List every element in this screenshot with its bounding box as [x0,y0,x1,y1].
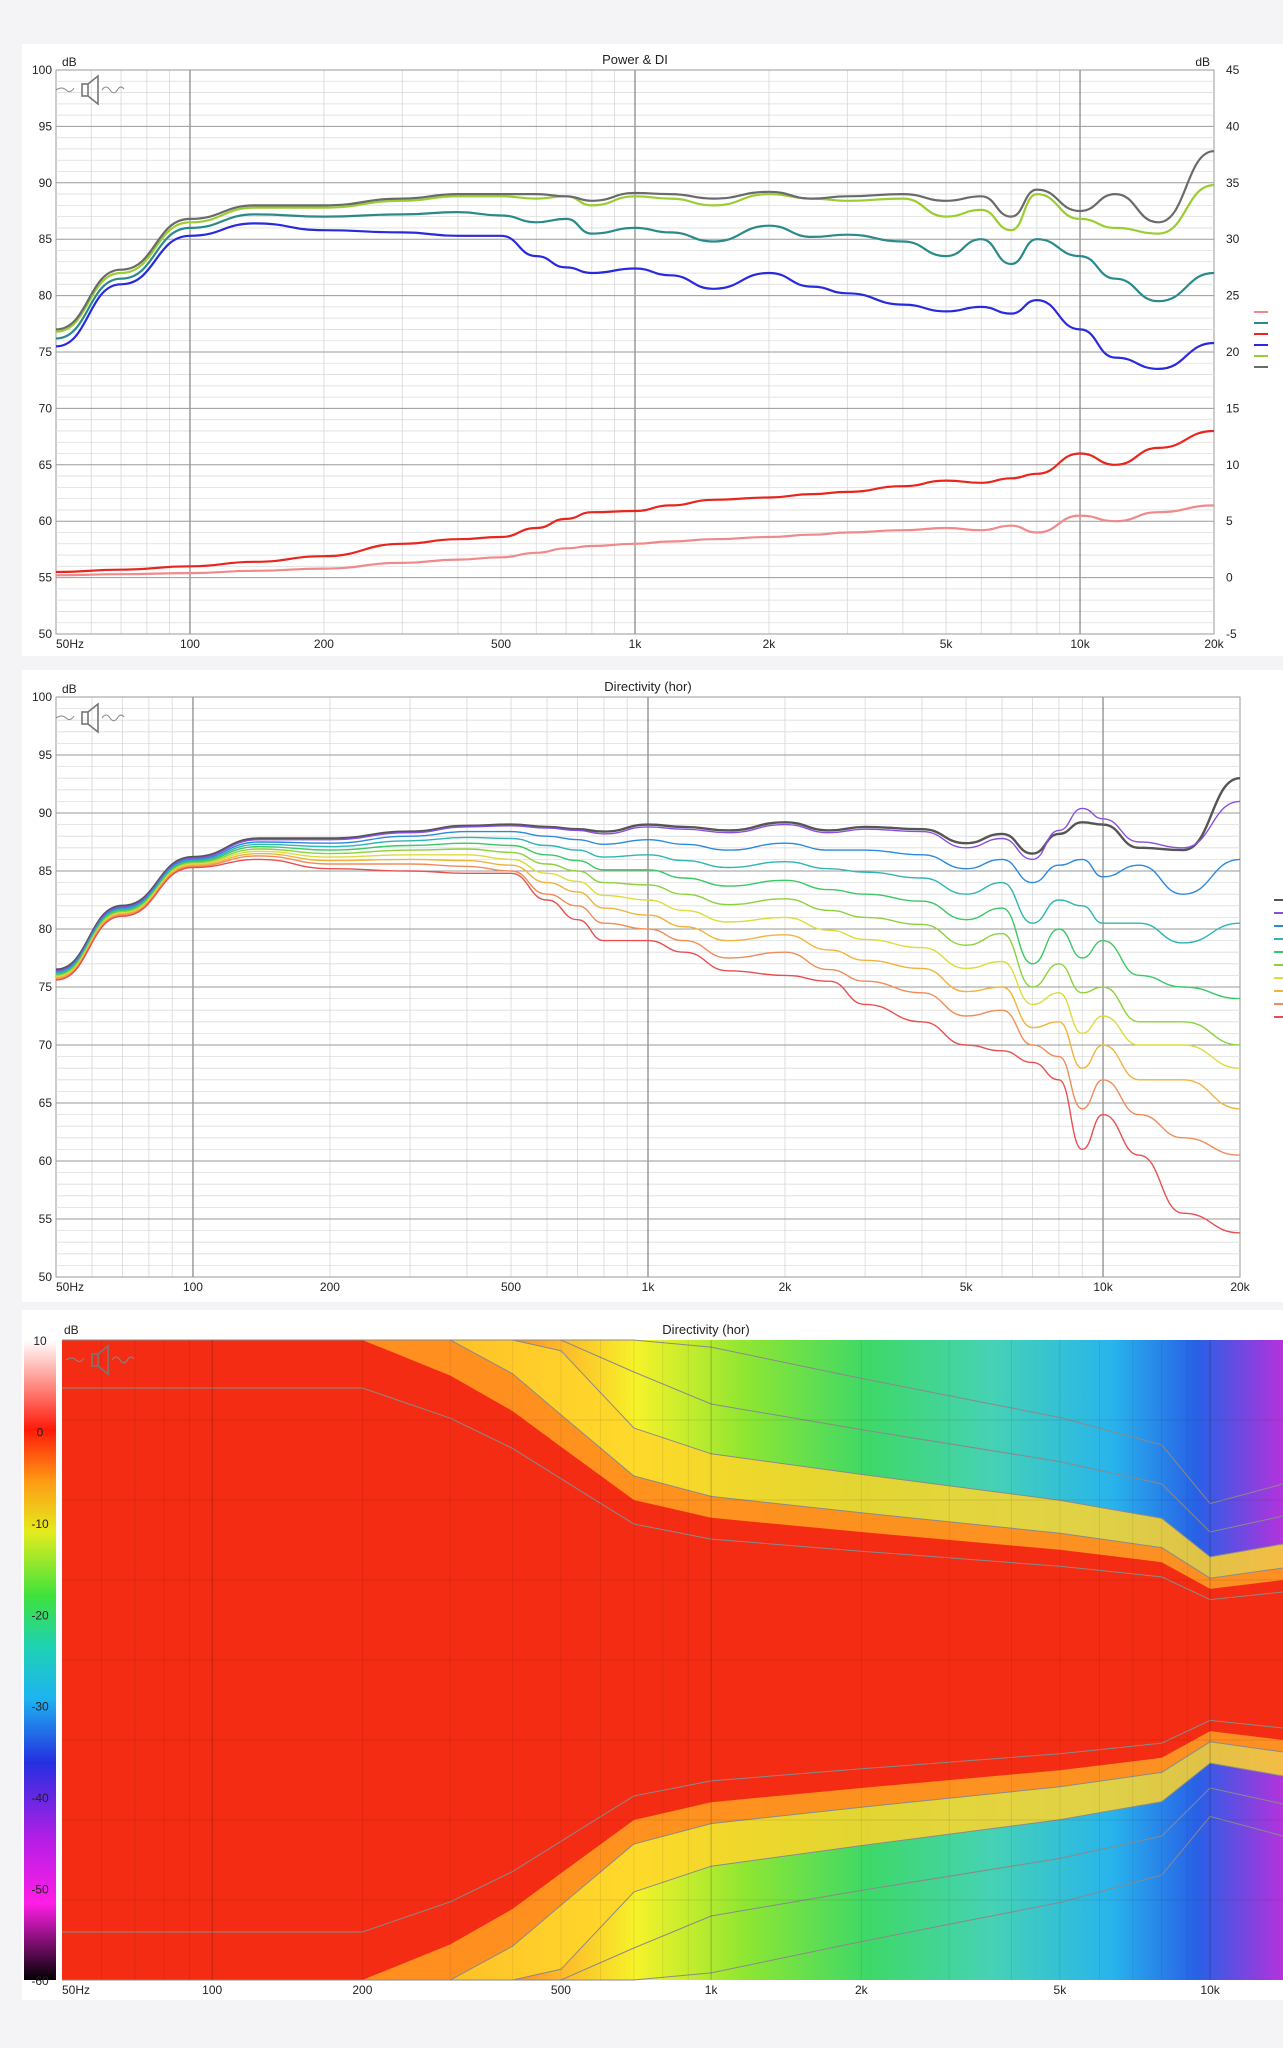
x-tick-label: 20k [1204,637,1224,651]
y-tick-label: 65 [39,458,53,472]
y-tick-label: 65 [39,1096,53,1110]
y-tick-label: 55 [39,571,53,585]
x-tick-label: 50Hz [56,1280,84,1294]
y-tick-label: 60 [39,514,53,528]
y-tick-label: 75 [39,980,53,994]
x-tick-label: 50Hz [62,1983,90,1997]
colorbar-tick-label: -10 [31,1517,49,1531]
x-tick-label: 10k [1200,1983,1220,1997]
y2-tick-label: 35 [1226,176,1240,190]
x-tick-label: 2k [779,1280,793,1294]
y2-tick-label: 40 [1226,119,1240,133]
x-tick-label: 5k [960,1280,974,1294]
y2-tick-label: 20 [1226,345,1240,359]
x-tick-label: 100 [180,637,200,651]
x-tick-label: 10k [1093,1280,1113,1294]
colorbar-tick-label: -30 [31,1700,49,1714]
x-tick-label: 500 [501,1280,521,1294]
directivity-heatmap: 10 0 -10 -20 -30 -40 -50 -60 dB Directivity (hor)… [22,1310,1283,2000]
y-axis-label: dB [62,682,77,696]
y2-axis-label: dB [1195,55,1210,69]
chart-title: Directivity (hor) [604,679,691,694]
colorbar-tick-label: -50 [31,1883,49,1897]
colorbar-tick-label: -60 [31,1974,49,1988]
chart-title: Directivity (hor) [662,1322,749,1337]
y-tick-label: 50 [39,1270,53,1284]
power-di-plot: 50 55 60 65 70 75 80 85 90 95 100 -5 0 5 10 15 20 25 30 35 4… [32,52,1268,651]
y-tick-label: 90 [39,176,53,190]
power-di-chart: 50 55 60 65 70 75 80 85 90 95 100 -5 0 5 10 15 20 25 30 35 4… [22,44,1283,656]
y-tick-label: 95 [39,119,53,133]
colorbar-tick-label: -40 [31,1791,49,1805]
colorbar-tick-label: 0 [37,1425,44,1439]
x-tick-label: 200 [320,1280,340,1294]
y2-tick-label: 5 [1226,514,1233,528]
y-tick-label: 70 [39,1038,53,1052]
y2-tick-label: 0 [1226,571,1233,585]
x-tick-label: 100 [202,1983,222,1997]
y-tick-label: 70 [39,401,53,415]
y-tick-label: 80 [39,922,53,936]
y-tick-label: 100 [32,690,52,704]
x-tick-label: 20k [1230,1280,1250,1294]
y2-tick-label: 30 [1226,232,1240,246]
y-axis-label: dB [64,1323,79,1337]
y-tick-label: 90 [39,806,53,820]
x-tick-label: 2k [763,637,777,651]
y-tick-label: 100 [32,63,52,77]
x-tick-label: 50Hz [56,637,84,651]
directivity-chart: 50 55 60 65 70 75 80 85 90 95 100 50Hz 100 200 500 1k 2k… [22,670,1283,1302]
y2-tick-label: 45 [1226,63,1240,77]
y2-tick-label: -5 [1226,627,1237,641]
y-tick-label: 95 [39,748,53,762]
y-tick-label: 80 [39,289,53,303]
colorbar-tick-label: -20 [31,1608,49,1622]
y-tick-label: 60 [39,1154,53,1168]
colorbar-tick-label: 10 [33,1334,47,1348]
y2-tick-label: 10 [1226,458,1240,472]
x-tick-label: 5k [1054,1983,1068,1997]
x-tick-label: 1k [705,1983,719,1997]
x-tick-label: 100 [183,1280,203,1294]
y-tick-label: 75 [39,345,53,359]
y-tick-label: 85 [39,864,53,878]
x-tick-label: 200 [314,637,334,651]
x-tick-label: 2k [855,1983,869,1997]
y-tick-label: 55 [39,1212,53,1226]
y2-tick-label: 25 [1226,289,1240,303]
x-tick-label: 1k [642,1280,656,1294]
directivity-heatmap-plot: 100-10-20-30-40-50-60dB Directivity (hor)… [24,1322,1283,1997]
chart-title: Power & DI [602,52,668,67]
directivity-plot: 50 55 60 65 70 75 80 85 90 95 100 50Hz 100 200 500 1k 2k… [32,679,1283,1294]
y-tick-label: 50 [39,627,53,641]
x-tick-label: 200 [352,1983,372,1997]
x-tick-label: 10k [1070,637,1090,651]
x-tick-label: 1k [629,637,643,651]
y-tick-label: 85 [39,232,53,246]
x-tick-label: 5k [940,637,954,651]
x-tick-label: 500 [491,637,511,651]
y2-tick-label: 15 [1226,401,1240,415]
y-axis-label: dB [62,55,77,69]
x-tick-label: 500 [551,1983,571,1997]
